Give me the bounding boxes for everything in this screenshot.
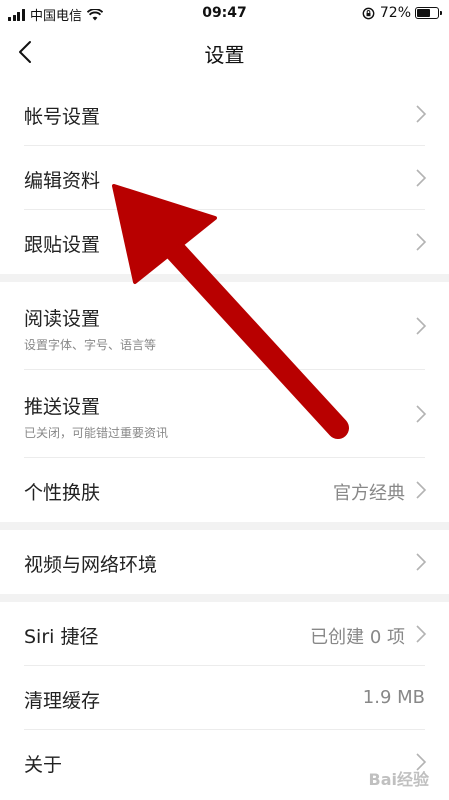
settings-row-siri[interactable]: Siri 捷径 已创建 0 项 bbox=[0, 602, 449, 666]
section-gap bbox=[0, 594, 449, 602]
chevron-right-icon bbox=[416, 553, 427, 571]
chevron-right-icon bbox=[416, 169, 427, 187]
row-label: 推送设置 bbox=[24, 396, 101, 418]
settings-row-cache[interactable]: 清理缓存 1.9 MB bbox=[0, 666, 449, 730]
row-label: 视频与网络环境 bbox=[24, 554, 158, 576]
row-label: 个性换肤 bbox=[24, 482, 101, 504]
battery-icon bbox=[415, 7, 442, 19]
settings-row-edit-profile[interactable]: 编辑资料 bbox=[0, 146, 449, 210]
row-value: 已创建 0 项 bbox=[310, 627, 405, 648]
watermark: Bai经验 bbox=[368, 770, 429, 789]
settings-screen: 中国电信 09:47 72% 设置 帐号设置 编辑资料 跟贴设置 阅读设置 设置… bbox=[0, 0, 449, 800]
row-subtitle: 设置字体、字号、语言等 bbox=[24, 338, 157, 352]
settings-list: 帐号设置 编辑资料 跟贴设置 阅读设置 设置字体、字号、语言等 推送设置 已关闭… bbox=[0, 82, 449, 794]
row-label: Siri 捷径 bbox=[24, 626, 99, 648]
chevron-right-icon bbox=[416, 233, 427, 251]
row-label: 帐号设置 bbox=[24, 106, 101, 128]
section-gap bbox=[0, 522, 449, 530]
row-subtitle: 已关闭，可能错过重要资讯 bbox=[24, 426, 169, 440]
battery-fill bbox=[417, 9, 430, 17]
chevron-right-icon bbox=[416, 625, 427, 643]
settings-row-comment[interactable]: 跟贴设置 bbox=[0, 210, 449, 274]
row-label: 跟贴设置 bbox=[24, 234, 101, 256]
battery-percent: 72% bbox=[379, 5, 411, 21]
row-label: 清理缓存 bbox=[24, 690, 101, 712]
settings-row-account[interactable]: 帐号设置 bbox=[0, 82, 449, 146]
chevron-right-icon bbox=[416, 405, 427, 423]
status-bar: 中国电信 09:47 72% bbox=[0, 0, 449, 28]
section-gap bbox=[0, 274, 449, 282]
row-label: 阅读设置 bbox=[24, 308, 101, 330]
row-value: 1.9 MB bbox=[362, 687, 425, 708]
nav-bar: 设置 bbox=[0, 28, 449, 76]
row-label: 编辑资料 bbox=[24, 170, 101, 192]
chevron-right-icon bbox=[416, 105, 427, 123]
row-label: 关于 bbox=[24, 754, 63, 776]
row-value: 官方经典 bbox=[333, 483, 405, 504]
rotation-lock-icon bbox=[362, 7, 375, 19]
chevron-right-icon bbox=[416, 317, 427, 335]
chevron-right-icon bbox=[416, 481, 427, 499]
settings-row-push[interactable]: 推送设置 已关闭，可能错过重要资讯 bbox=[0, 370, 449, 458]
settings-row-video-network[interactable]: 视频与网络环境 bbox=[0, 530, 449, 594]
settings-row-theme[interactable]: 个性换肤 官方经典 bbox=[0, 458, 449, 522]
page-title: 设置 bbox=[204, 43, 245, 67]
status-right: 72% bbox=[362, 5, 442, 21]
settings-row-reading[interactable]: 阅读设置 设置字体、字号、语言等 bbox=[0, 282, 449, 370]
